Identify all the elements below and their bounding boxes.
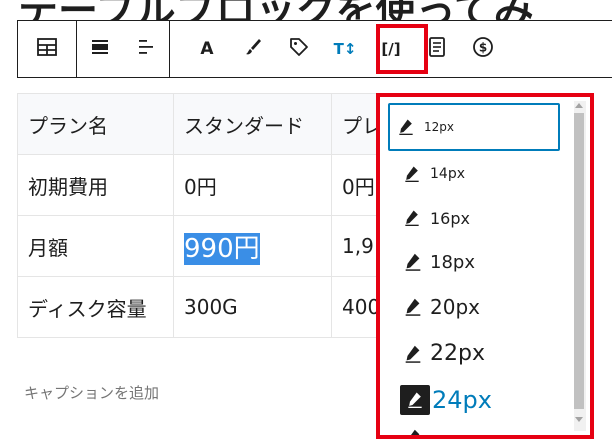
table-row: ディスク容量 300G 400 [17, 276, 393, 338]
align-full-icon [88, 35, 112, 63]
font-size-option-14[interactable]: 14px [388, 163, 574, 185]
pen-icon [402, 427, 424, 435]
document-button[interactable] [414, 26, 460, 72]
font-size-option-partial[interactable] [388, 427, 574, 435]
currency-button[interactable]: $ [460, 26, 506, 72]
tag-button[interactable] [276, 26, 322, 72]
table-row: 月額 990円 1,9 [17, 215, 393, 277]
toolbar-group-format: A T↕ [/] $ [170, 21, 506, 77]
font-size-option-16[interactable]: 16px [388, 207, 574, 229]
block-toolbar: A T↕ [/] $ [17, 20, 612, 78]
pen-icon [402, 296, 424, 318]
pen-icon [396, 116, 418, 138]
font-size-label: 12px [424, 120, 454, 134]
dropdown-scrollbar-thumb[interactable] [574, 113, 584, 409]
caption-placeholder[interactable]: キャプションを追加 [24, 382, 159, 403]
pen-icon [402, 163, 424, 185]
highlight-brush-icon [241, 35, 265, 63]
dollar-icon: $ [471, 35, 495, 63]
font-size-option-12[interactable]: 12px [388, 103, 560, 151]
table-cell[interactable]: 月額 [17, 215, 174, 277]
inline-code-icon: [/] [381, 40, 401, 58]
selected-text[interactable]: 990円 [184, 232, 260, 265]
font-size-label: 14px [430, 166, 465, 182]
font-size-label: 24px [432, 386, 492, 414]
font-size-option-18[interactable]: 18px [388, 251, 574, 273]
table-cell[interactable]: 300G [173, 276, 332, 338]
toolbar-group-block [18, 21, 76, 77]
table-icon [35, 35, 59, 63]
table-cell[interactable]: 0円 [173, 154, 332, 216]
tag-icon [287, 35, 311, 63]
font-size-icon: T↕ [333, 40, 357, 58]
table-cell-selected[interactable]: 990円 [173, 215, 332, 277]
toolbar-group-align [77, 21, 169, 77]
pen-icon [402, 251, 424, 273]
inline-code-button[interactable]: [/] [368, 26, 414, 72]
table-cell[interactable]: スタンダード [173, 93, 332, 155]
scroll-down-icon[interactable] [575, 417, 583, 422]
document-icon [425, 35, 449, 63]
font-size-label: 18px [430, 251, 475, 273]
text-color-icon: A [200, 39, 214, 59]
table-row: 初期費用 0円 0円 [17, 154, 393, 216]
font-size-option-22[interactable]: 22px [388, 341, 574, 366]
table-block-button[interactable] [18, 26, 76, 72]
scroll-up-icon[interactable] [575, 103, 583, 108]
table-cell[interactable]: ディスク容量 [17, 276, 174, 338]
svg-text:$: $ [479, 41, 487, 55]
table-row: プラン名 スタンダード プレ [17, 93, 393, 155]
pricing-table: プラン名 スタンダード プレ 初期費用 0円 0円 月額 990円 1,9 ディ… [17, 93, 393, 338]
table-cell[interactable]: 初期費用 [17, 154, 174, 216]
pen-icon [402, 343, 424, 365]
font-size-label: 16px [430, 208, 470, 228]
highlight-button[interactable] [230, 26, 276, 72]
pen-icon [400, 385, 430, 415]
font-size-label: 20px [430, 295, 480, 319]
font-size-option-24[interactable]: 24px [388, 385, 572, 415]
font-size-button[interactable]: T↕ [322, 26, 368, 72]
text-color-button[interactable]: A [184, 26, 230, 72]
font-size-option-20[interactable]: 20px [388, 295, 574, 319]
font-size-dropdown: 12px 14px 16px 18px 20px 22px 24px [376, 93, 594, 439]
table-cell[interactable]: プラン名 [17, 93, 174, 155]
align-text-icon [134, 35, 158, 63]
align-button[interactable] [77, 26, 123, 72]
text-align-button[interactable] [123, 26, 169, 72]
font-size-label: 22px [430, 341, 485, 366]
pen-icon [402, 207, 424, 229]
